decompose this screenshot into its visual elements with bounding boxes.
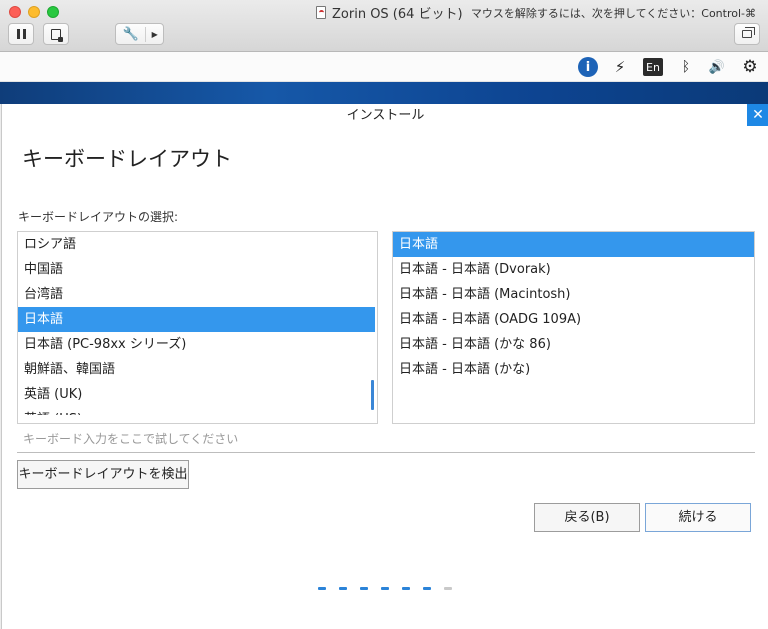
progress-step — [423, 587, 431, 590]
window-zoom-button[interactable] — [47, 6, 59, 18]
install-progress — [318, 587, 452, 590]
installer-window: インストール ✕ キーボードレイアウト キーボードレイアウトの選択: ロシア語 … — [1, 104, 768, 629]
list-item[interactable]: 日本語 (PC-98xx シリーズ) — [18, 332, 375, 357]
list-item[interactable]: 日本語 - 日本語 (かな 86) — [393, 332, 754, 357]
list-item[interactable]: ロシア語 — [18, 232, 375, 257]
vm-titlebar: Zorin OS (64 ビット) マウスを解除するには、次を押してください：C… — [0, 0, 768, 52]
list-item[interactable]: 朝鮮語、韓国語 — [18, 357, 375, 382]
vm-title: Zorin OS (64 ビット) — [316, 3, 463, 22]
list-item[interactable]: 中国語 — [18, 257, 375, 282]
volume-icon[interactable]: 🔊 — [706, 56, 728, 78]
continue-button[interactable]: 続ける — [645, 503, 751, 532]
detect-layout-button[interactable]: キーボードレイアウトを検出 — [17, 460, 189, 489]
keyboard-layout-list[interactable]: ロシア語 中国語 台湾語 日本語 日本語 (PC-98xx シリーズ) 朝鮮語、… — [17, 231, 378, 424]
list-item[interactable]: 英語 (US) — [18, 407, 375, 415]
keyboard-test-input[interactable] — [17, 425, 755, 453]
progress-step — [381, 587, 389, 590]
layout-select-label: キーボードレイアウトの選択: — [18, 210, 179, 224]
pause-button[interactable] — [8, 23, 34, 45]
keyboard-variant-list[interactable]: 日本語 日本語 - 日本語 (Dvorak) 日本語 - 日本語 (Macint… — [392, 231, 755, 424]
window-close-button[interactable] — [9, 6, 21, 18]
snapshot-button[interactable] — [43, 23, 69, 45]
vm-title-text: Zorin OS (64 ビット) — [332, 6, 463, 22]
bluetooth-icon[interactable]: ᛒ — [678, 56, 694, 78]
keyboard-language-label: En — [643, 58, 663, 76]
layout-list-scrollbar[interactable] — [371, 380, 374, 410]
progress-step — [402, 587, 410, 590]
back-button[interactable]: 戻る(B) — [534, 503, 640, 532]
list-item[interactable]: 日本語 - 日本語 (OADG 109A) — [393, 307, 754, 332]
pause-icon — [16, 29, 20, 39]
network-icon[interactable]: ⚡ — [610, 56, 630, 78]
configure-button[interactable]: 🔧 ▶ — [115, 23, 164, 45]
progress-step — [318, 587, 326, 590]
window-mode-icon — [742, 27, 755, 38]
accessibility-menu[interactable]: i — [577, 56, 599, 78]
list-item[interactable]: 台湾語 — [18, 282, 375, 307]
progress-step — [444, 587, 452, 590]
window-minimize-button[interactable] — [28, 6, 40, 18]
installer-title: インストール — [346, 108, 425, 123]
list-item[interactable]: 日本語 - 日本語 (Dvorak) — [393, 257, 754, 282]
list-item-selected[interactable]: 日本語 — [393, 232, 754, 257]
progress-step — [339, 587, 347, 590]
keyboard-language-indicator[interactable]: En — [642, 56, 664, 78]
snapshot-icon — [51, 28, 63, 42]
desktop-wallpaper — [0, 82, 768, 104]
mouse-release-hint: マウスを解除するには、次を押してください：Control-⌘ — [470, 7, 756, 20]
window-mode-button[interactable] — [734, 23, 760, 45]
dropdown-arrow-icon[interactable]: ▶ — [146, 30, 163, 39]
settings-gear-icon[interactable]: ⚙ — [740, 56, 760, 78]
wrench-icon: 🔧 — [116, 26, 147, 42]
accessibility-icon: i — [578, 57, 598, 77]
page-title: キーボードレイアウト — [22, 148, 232, 171]
list-item[interactable]: 英語 (UK) — [18, 382, 375, 407]
vm-document-icon — [316, 5, 326, 19]
list-item[interactable]: 日本語 - 日本語 (Macintosh) — [393, 282, 754, 307]
list-item-selected[interactable]: 日本語 — [18, 307, 375, 332]
installer-close-icon[interactable]: ✕ — [747, 104, 768, 126]
progress-step — [360, 587, 368, 590]
list-item[interactable]: 日本語 - 日本語 (かな) — [393, 357, 754, 382]
guest-top-panel: i ⚡ En ᛒ 🔊 ⚙ — [0, 52, 768, 82]
